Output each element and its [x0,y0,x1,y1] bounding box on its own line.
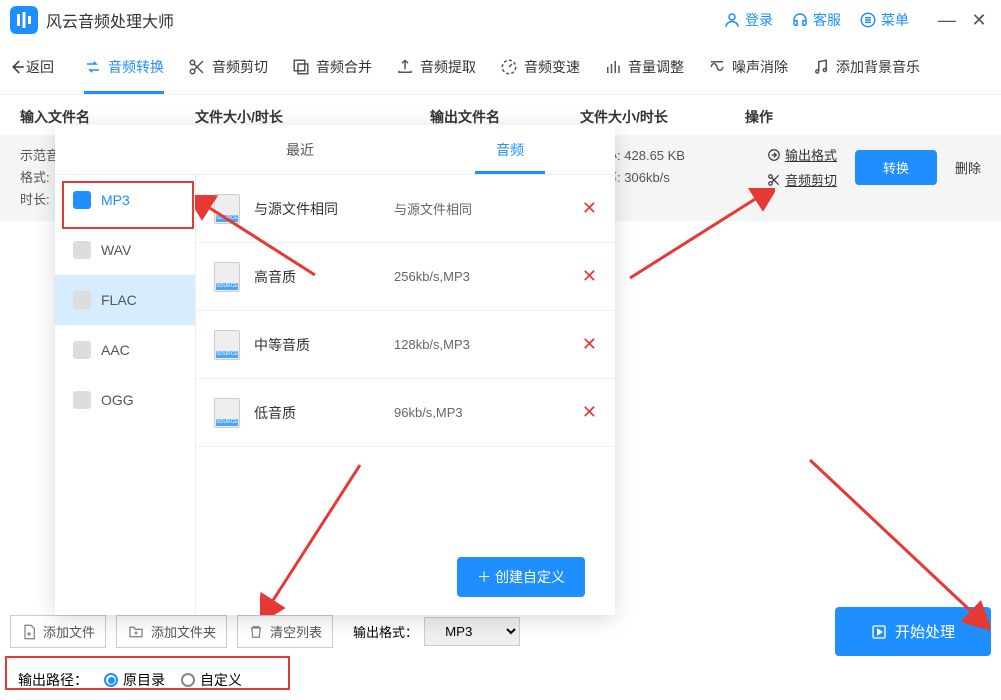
arrow-left-icon [8,58,26,76]
file-add-icon [21,623,37,641]
quality-delete[interactable]: ✕ [582,334,597,355]
format-icon [767,148,781,162]
service-button[interactable]: 客服 [791,10,841,30]
quality-delete[interactable]: ✕ [582,266,597,287]
convert-icon [84,58,102,76]
header-output-name: 输出文件名 [430,107,580,127]
headset-icon [791,11,809,29]
header-input-name: 输入文件名 [20,107,195,127]
annotation-arrow [800,450,990,630]
nav-audio-extract[interactable]: 音频提取 [384,40,488,94]
music-icon [812,58,830,76]
output-size: 428.65 KB [624,148,685,163]
format-flac[interactable]: FLAC [55,275,195,325]
back-button[interactable]: 返回 [8,57,54,77]
add-folder-button[interactable]: 添加文件夹 [116,615,227,648]
output-path-label: 输出路径： [18,670,88,690]
output-format-label: 输出格式： [353,622,418,641]
format-popup: 最近 音频 MP3 WAV FLAC AAC OGG 与源文件相同 与源文件相同… [55,125,615,615]
output-format-link[interactable]: 输出格式 [767,145,837,164]
header-operations: 操作 [745,107,981,127]
denoise-icon [708,58,726,76]
format-aac[interactable]: AAC [55,325,195,375]
file-icon [214,194,240,224]
play-icon [871,624,887,640]
quality-low[interactable]: 低音质 96kb/s,MP3 ✕ [196,379,615,447]
merge-icon [292,58,310,76]
quality-high[interactable]: 高音质 256kb/s,MP3 ✕ [196,243,615,311]
audio-cut-link[interactable]: 音频剪切 [767,170,837,189]
add-file-button[interactable]: 添加文件 [10,615,106,648]
nav-audio-speed[interactable]: 音频变速 [488,40,592,94]
aac-icon [73,341,91,359]
file-duration-label: 时长: [20,189,59,211]
header-input-size: 文件大小/时长 [195,107,430,127]
minimize-button[interactable]: — [935,10,959,31]
app-title: 风云音频处理大师 [46,8,174,32]
file-format-label: 格式: [20,167,59,189]
nav-audio-merge[interactable]: 音频合并 [280,40,384,94]
menu-icon [859,11,877,29]
nav-audio-cut[interactable]: 音频剪切 [176,40,280,94]
ogg-icon [73,391,91,409]
start-process-button[interactable]: 开始处理 [835,607,991,656]
folder-add-icon [127,624,145,640]
file-icon [214,398,240,428]
radio-checked-icon [104,673,118,687]
quality-same[interactable]: 与源文件相同 与源文件相同 ✕ [196,175,615,243]
path-custom-radio[interactable]: 自定义 [181,670,242,690]
create-custom-button[interactable]: ＋ 创建自定义 [457,557,585,597]
path-original-radio[interactable]: 原目录 [104,670,165,690]
clear-list-button[interactable]: 清空列表 [237,615,333,648]
close-button[interactable]: ✕ [967,10,991,31]
menu-button[interactable]: 菜单 [859,10,909,30]
header-output-size: 文件大小/时长 [580,107,745,127]
output-format-select[interactable]: MP3 [424,617,520,646]
volume-icon [604,58,622,76]
file-icon [214,262,240,292]
nav-volume[interactable]: 音量调整 [592,40,696,94]
extract-icon [396,58,414,76]
user-icon [723,11,741,29]
format-mp3[interactable]: MP3 [55,175,195,225]
format-ogg[interactable]: OGG [55,375,195,425]
output-bitrate: 306kb/s [624,170,670,185]
popup-tab-audio[interactable]: 音频 [405,125,615,174]
file-icon [214,330,240,360]
login-button[interactable]: 登录 [723,10,773,30]
nav-bgm[interactable]: 添加背景音乐 [800,40,932,94]
flac-icon [73,291,91,309]
scissors-icon [188,58,206,76]
quality-delete[interactable]: ✕ [582,402,597,423]
popup-tab-recent[interactable]: 最近 [195,125,405,174]
quality-medium[interactable]: 中等音质 128kb/s,MP3 ✕ [196,311,615,379]
scissors-icon [767,173,781,187]
trash-icon [248,623,264,641]
nav-denoise[interactable]: 噪声消除 [696,40,800,94]
delete-button[interactable]: 删除 [955,158,981,177]
mp3-icon [73,191,91,209]
radio-unchecked-icon [181,673,195,687]
convert-button[interactable]: 转换 [855,150,937,185]
file-name: 示范音 [20,145,59,167]
format-wav[interactable]: WAV [55,225,195,275]
wav-icon [73,241,91,259]
app-logo [10,6,38,34]
quality-delete[interactable]: ✕ [582,198,597,219]
nav-audio-convert[interactable]: 音频转换 [72,40,176,94]
speed-icon [500,58,518,76]
